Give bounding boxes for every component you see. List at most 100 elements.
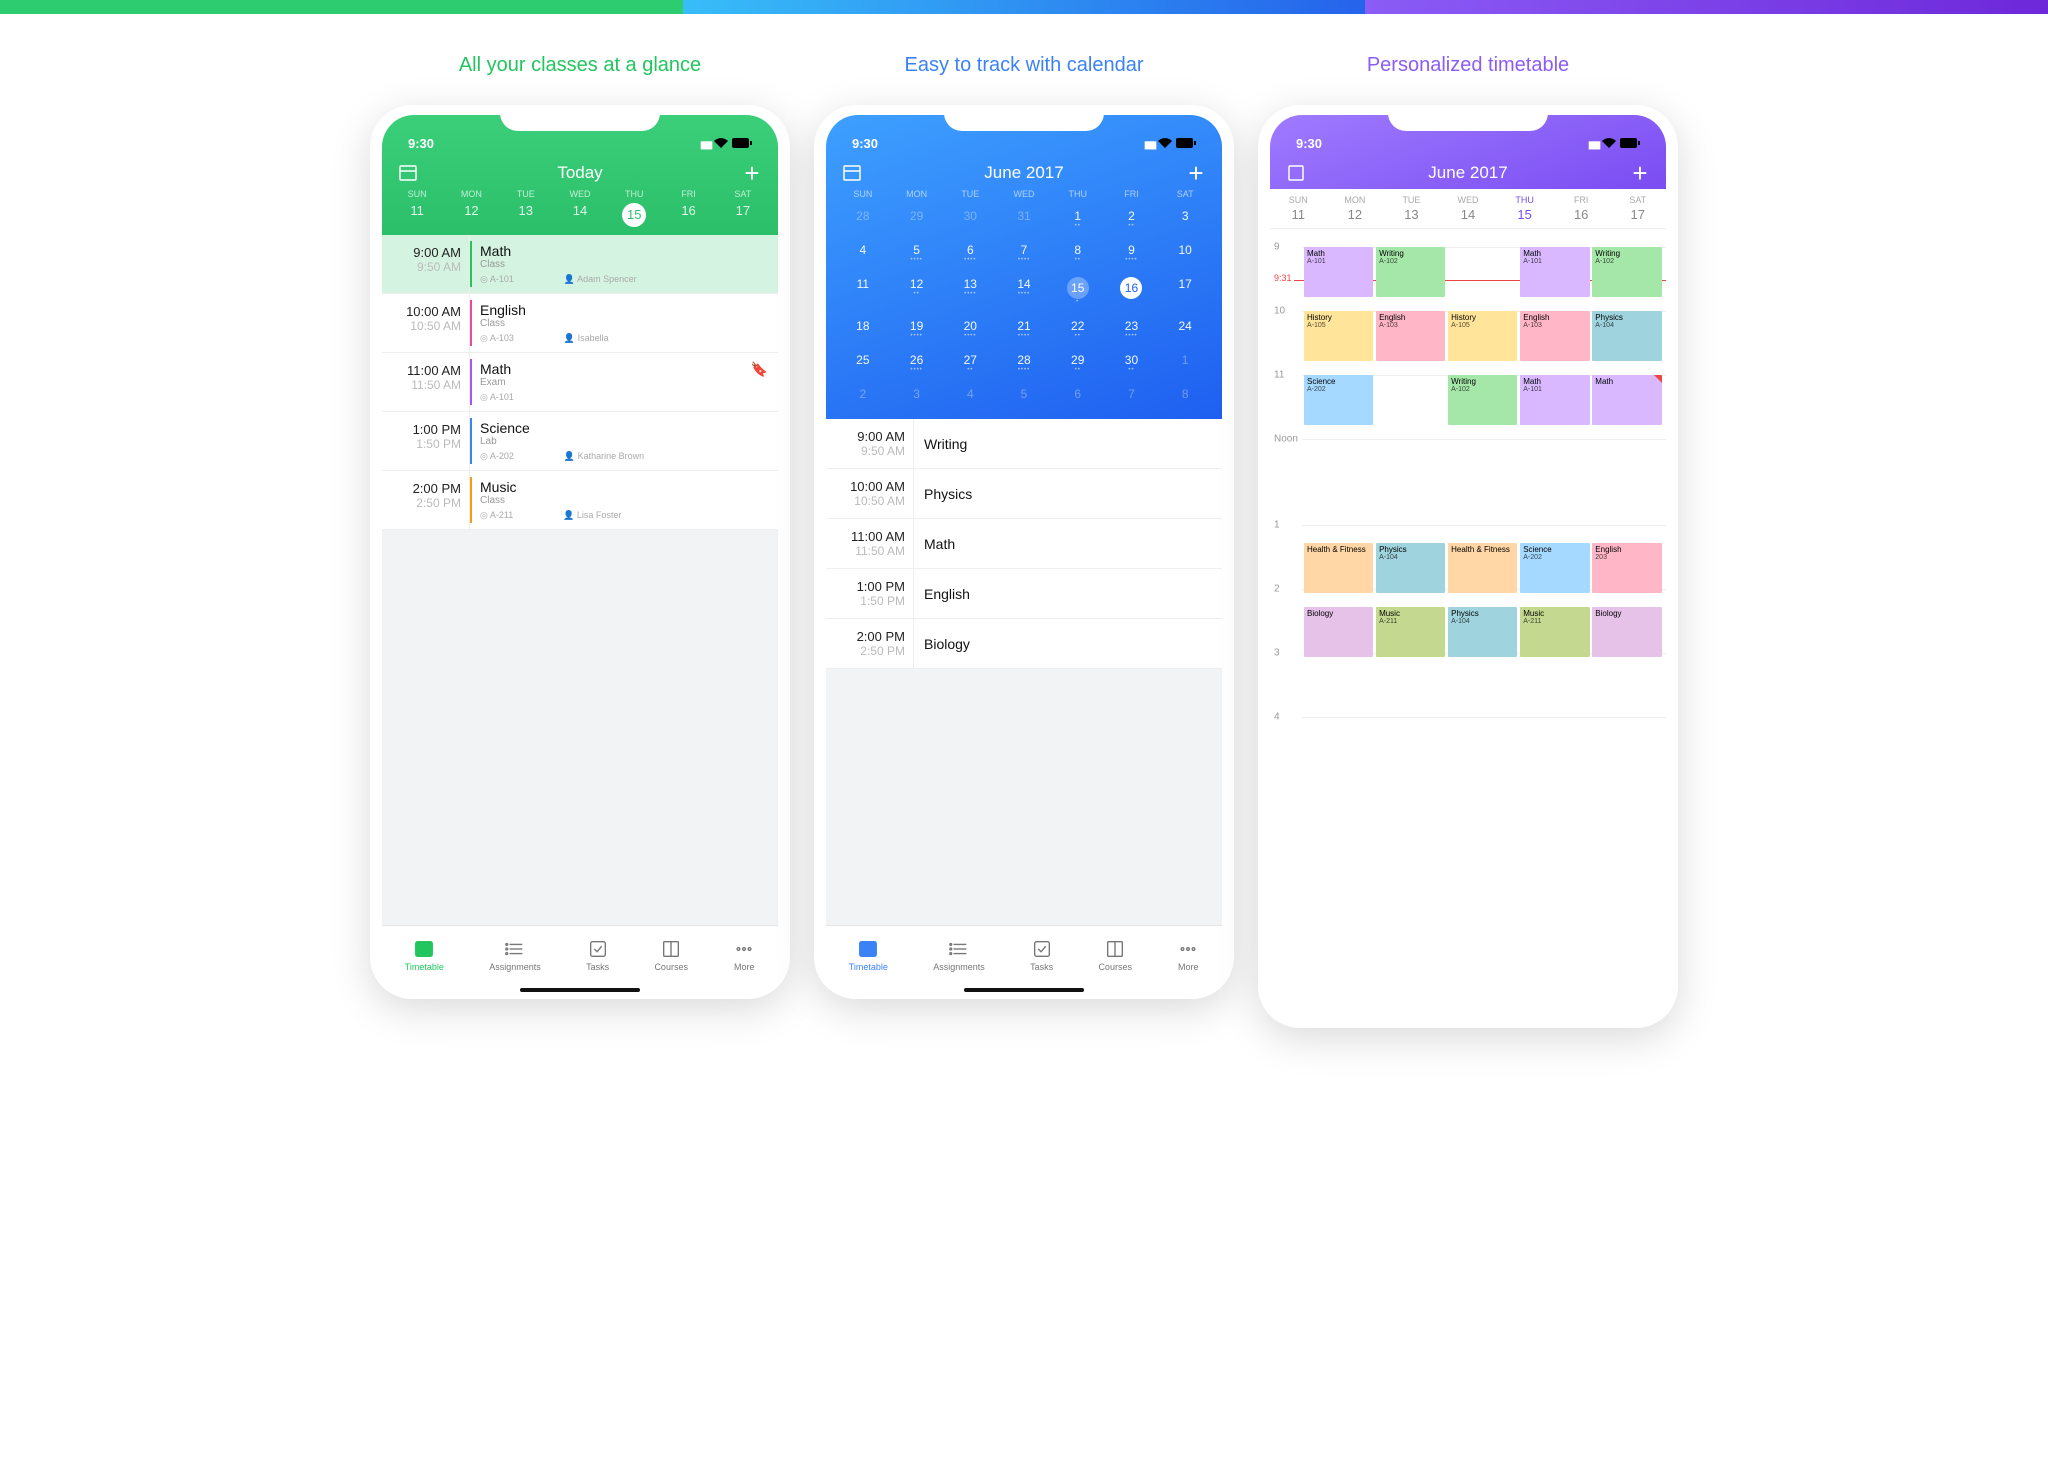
tab-assignments[interactable]: Assignments [933, 938, 985, 972]
weekday-sun[interactable]: SUN11 [1270, 189, 1327, 228]
timetable-block[interactable]: EnglishA-103 [1376, 311, 1445, 361]
event-row[interactable]: 1:00 PM1:50 PMEnglish [826, 569, 1222, 619]
calendar-day[interactable]: 31 [997, 205, 1051, 233]
calendar-day[interactable]: 4 [943, 383, 997, 411]
weekday-sat[interactable]: SAT17 [1609, 189, 1666, 228]
tab-courses[interactable]: Courses [1098, 938, 1132, 972]
calendar-day[interactable]: 8•• [1051, 239, 1105, 267]
weekday-tue[interactable]: TUE13 [1383, 189, 1440, 228]
calendar-day[interactable]: 6•••• [943, 239, 997, 267]
calendar-day[interactable]: 20•••• [943, 315, 997, 343]
event-row[interactable]: 9:00 AM9:50 AMWriting [826, 419, 1222, 469]
timetable-block[interactable]: MusicA-211 [1376, 607, 1445, 657]
calendar-day[interactable]: 25 [836, 349, 890, 377]
calendar-day[interactable]: 14•••• [997, 273, 1051, 309]
calendar-day[interactable]: 19•••• [890, 315, 944, 343]
timetable-grid[interactable]: 91011Noon1234MathA-101WritingA-102MathA-… [1270, 229, 1666, 1028]
weekday-mon[interactable]: MON12 [444, 189, 498, 227]
calendar-day[interactable]: 30•• [1105, 349, 1159, 377]
timetable-block[interactable]: MathA-101 [1304, 247, 1373, 297]
timetable-block[interactable]: HistoryA-105 [1304, 311, 1373, 361]
weekday-thu[interactable]: THU15 [607, 189, 661, 227]
timetable-block[interactable]: PhysicsA-104 [1376, 543, 1445, 593]
tab-timetable[interactable]: Timetable [849, 938, 888, 972]
weekday-fri[interactable]: FRI16 [661, 189, 715, 227]
event-row[interactable]: 9:00 AM9:50 AMMathClass◎ A-101👤 Adam Spe… [382, 235, 778, 294]
timetable-block[interactable]: English203 [1592, 543, 1661, 593]
calendar-day[interactable]: 8 [1158, 383, 1212, 411]
tab-assignments[interactable]: Assignments [489, 938, 541, 972]
tab-more[interactable]: More [733, 938, 755, 972]
month-calendar[interactable]: SUNMONTUEWEDTHUFRISAT 282930311••2••345•… [826, 189, 1222, 419]
weekday-tue[interactable]: TUE13 [499, 189, 553, 227]
timetable-block[interactable]: Biology [1304, 607, 1373, 657]
add-button[interactable]: + [1186, 163, 1206, 183]
calendar-day[interactable]: 9•••• [1105, 239, 1159, 267]
calendar-day[interactable]: 2 [836, 383, 890, 411]
calendar-day[interactable]: 3 [890, 383, 944, 411]
calendar-day[interactable]: 1•• [1051, 205, 1105, 233]
tab-more[interactable]: More [1177, 938, 1199, 972]
calendar-grid-icon[interactable] [842, 163, 862, 183]
weekday-mon[interactable]: MON12 [1327, 189, 1384, 228]
weekday-fri[interactable]: FRI16 [1553, 189, 1610, 228]
timetable-block[interactable]: Health & Fitness [1448, 543, 1517, 593]
timetable-block[interactable]: ScienceA-202 [1520, 543, 1589, 593]
event-row[interactable]: 10:00 AM10:50 AMEnglishClass◎ A-103👤 Isa… [382, 294, 778, 353]
calendar-day[interactable]: 11 [836, 273, 890, 309]
event-row[interactable]: 2:00 PM2:50 PMMusicClass◎ A-211👤 Lisa Fo… [382, 471, 778, 530]
timetable-block[interactable]: WritingA-102 [1448, 375, 1517, 425]
calendar-day[interactable]: 1 [1158, 349, 1212, 377]
timetable-block[interactable]: Biology [1592, 607, 1661, 657]
timetable-block[interactable]: Math [1592, 375, 1661, 425]
calendar-day[interactable]: 7•••• [997, 239, 1051, 267]
calendar-day[interactable]: 27•• [943, 349, 997, 377]
weekday-wed[interactable]: WED14 [553, 189, 607, 227]
calendar-day[interactable]: 2•• [1105, 205, 1159, 233]
weekday-sun[interactable]: SUN11 [390, 189, 444, 227]
tab-tasks[interactable]: Tasks [1030, 938, 1053, 972]
timetable-block[interactable]: WritingA-102 [1376, 247, 1445, 297]
timetable-block[interactable]: HistoryA-105 [1448, 311, 1517, 361]
calendar-day[interactable]: 23•••• [1105, 315, 1159, 343]
calendar-day[interactable]: 18 [836, 315, 890, 343]
timetable-block[interactable]: EnglishA-103 [1520, 311, 1589, 361]
calendar-day[interactable]: 3 [1158, 205, 1212, 233]
event-row[interactable]: 2:00 PM2:50 PMBiology [826, 619, 1222, 669]
weekday-thu[interactable]: THU15 [1496, 189, 1553, 228]
today-icon[interactable] [1286, 163, 1306, 183]
calendar-day[interactable]: 29 [890, 205, 944, 233]
timetable-block[interactable]: MathA-101 [1520, 247, 1589, 297]
event-row[interactable]: 1:00 PM1:50 PMScienceLab◎ A-202👤 Kathari… [382, 412, 778, 471]
weekday-wed[interactable]: WED14 [1440, 189, 1497, 228]
tab-courses[interactable]: Courses [654, 938, 688, 972]
calendar-day[interactable]: 13•••• [943, 273, 997, 309]
calendar-day[interactable]: 5•••• [890, 239, 944, 267]
week-strip[interactable]: SUN11MON12TUE13WED14THU15FRI16SAT17 [382, 189, 778, 235]
calendar-day[interactable]: 10 [1158, 239, 1212, 267]
calendar-day[interactable]: 17 [1158, 273, 1212, 309]
timetable-block[interactable]: ScienceA-202 [1304, 375, 1373, 425]
calendar-day[interactable]: 12•• [890, 273, 944, 309]
calendar-day[interactable]: 28 [836, 205, 890, 233]
calendar-day[interactable]: 6 [1051, 383, 1105, 411]
add-button[interactable]: + [1630, 163, 1650, 183]
timetable-block[interactable]: PhysicsA-104 [1592, 311, 1661, 361]
calendar-grid-icon[interactable] [398, 163, 418, 183]
event-row[interactable]: 10:00 AM10:50 AMPhysics [826, 469, 1222, 519]
add-button[interactable]: + [742, 163, 762, 183]
week-strip[interactable]: SUN11MON12TUE13WED14THU15FRI16SAT17 [1270, 189, 1666, 229]
event-row[interactable]: 11:00 AM11:50 AMMathExam◎ A-101🔖 [382, 353, 778, 412]
calendar-day[interactable]: 22•• [1051, 315, 1105, 343]
calendar-day[interactable]: 15• [1051, 273, 1105, 309]
calendar-day[interactable]: 4 [836, 239, 890, 267]
timetable-block[interactable]: PhysicsA-104 [1448, 607, 1517, 657]
calendar-day[interactable]: 7 [1105, 383, 1159, 411]
calendar-day[interactable]: 21•••• [997, 315, 1051, 343]
calendar-day[interactable]: 24 [1158, 315, 1212, 343]
tab-timetable[interactable]: Timetable [405, 938, 444, 972]
calendar-day[interactable]: 16 [1105, 273, 1159, 309]
calendar-day[interactable]: 26•••• [890, 349, 944, 377]
timetable-block[interactable]: MathA-101 [1520, 375, 1589, 425]
tab-tasks[interactable]: Tasks [586, 938, 609, 972]
